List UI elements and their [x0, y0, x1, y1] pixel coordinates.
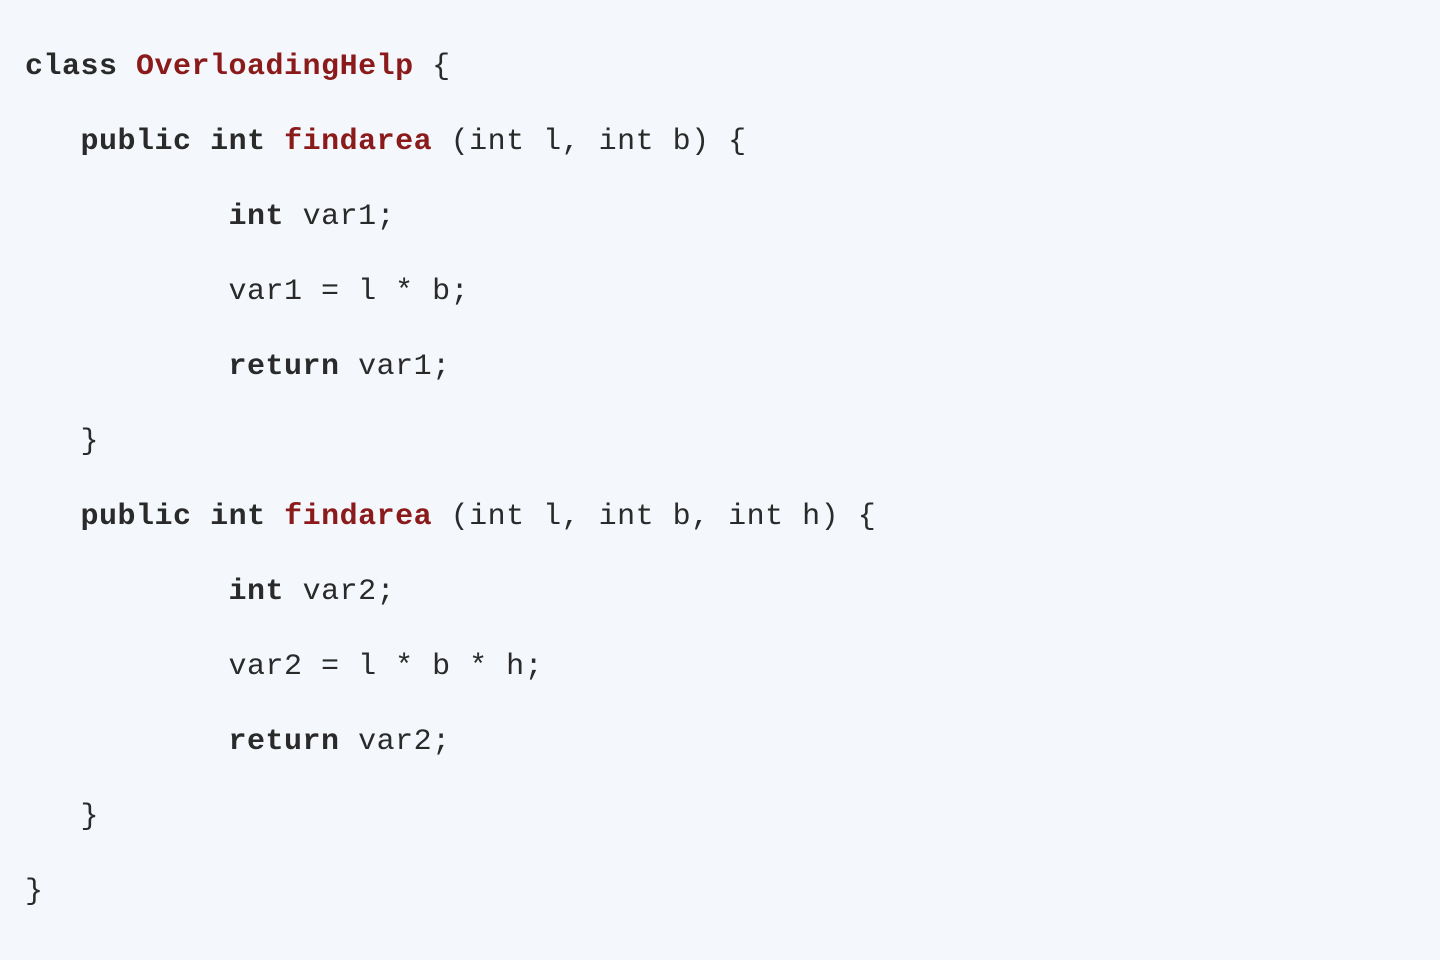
indent	[25, 125, 81, 159]
indent	[25, 725, 229, 759]
assignment: var1 = l * b;	[229, 275, 470, 309]
keyword-return: return	[229, 725, 340, 759]
code-line-4: var1 = l * b;	[25, 255, 1415, 330]
space	[118, 50, 137, 84]
indent	[25, 500, 81, 534]
brace: }	[25, 875, 44, 909]
keyword-public: public	[81, 125, 192, 159]
keyword-int: int	[210, 125, 266, 159]
class-name: OverloadingHelp	[136, 50, 414, 84]
method-name: findarea	[284, 500, 432, 534]
brace: }	[25, 800, 99, 834]
space	[192, 500, 211, 534]
brace: }	[25, 425, 99, 459]
assignment: var2 = l * b * h;	[229, 650, 544, 684]
code-line-11: }	[25, 780, 1415, 855]
keyword-return: return	[229, 350, 340, 384]
code-line-6: }	[25, 405, 1415, 480]
code-line-2: public int findarea (int l, int b) {	[25, 105, 1415, 180]
params: (int l, int b, int h) {	[432, 500, 876, 534]
indent	[25, 350, 229, 384]
keyword-public: public	[81, 500, 192, 534]
return-val: var1;	[340, 350, 451, 384]
var-decl: var1;	[284, 200, 395, 234]
space	[266, 125, 285, 159]
indent	[25, 200, 229, 234]
brace: {	[414, 50, 451, 84]
code-line-7: public int findarea (int l, int b, int h…	[25, 480, 1415, 555]
code-line-10: return var2;	[25, 705, 1415, 780]
method-name: findarea	[284, 125, 432, 159]
keyword-class: class	[25, 50, 118, 84]
var-decl: var2;	[284, 575, 395, 609]
indent	[25, 275, 229, 309]
code-block: class OverloadingHelp { public int finda…	[25, 30, 1415, 930]
code-line-5: return var1;	[25, 330, 1415, 405]
indent	[25, 650, 229, 684]
code-line-1: class OverloadingHelp {	[25, 30, 1415, 105]
return-val: var2;	[340, 725, 451, 759]
code-line-3: int var1;	[25, 180, 1415, 255]
code-line-9: var2 = l * b * h;	[25, 630, 1415, 705]
keyword-int: int	[229, 575, 285, 609]
code-line-8: int var2;	[25, 555, 1415, 630]
space	[192, 125, 211, 159]
keyword-int: int	[210, 500, 266, 534]
keyword-int: int	[229, 200, 285, 234]
space	[266, 500, 285, 534]
indent	[25, 575, 229, 609]
code-line-12: }	[25, 855, 1415, 930]
params: (int l, int b) {	[432, 125, 747, 159]
